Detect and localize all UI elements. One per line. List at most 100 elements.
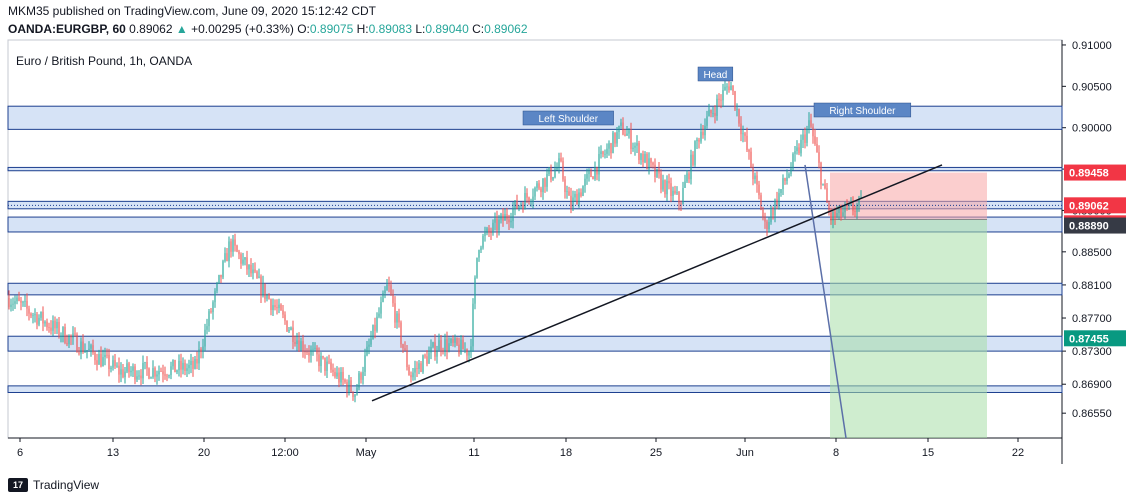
candle-body xyxy=(264,283,266,299)
price-chart[interactable]: 0.910000.905000.900000.895000.890000.885… xyxy=(0,0,1130,504)
candle-body xyxy=(14,301,16,304)
candle-body xyxy=(692,154,694,165)
candle-body xyxy=(486,228,488,233)
candle-body xyxy=(726,86,728,88)
candle-body xyxy=(26,300,28,309)
candle-body xyxy=(586,174,588,179)
candle-body xyxy=(92,345,94,353)
candle-body xyxy=(794,151,796,154)
head-label: Head xyxy=(703,70,727,81)
candle-body xyxy=(218,274,220,283)
candle-body xyxy=(752,167,754,180)
candle-body xyxy=(62,327,64,336)
candle-body xyxy=(22,301,24,303)
candle-body xyxy=(760,195,762,210)
candle-body xyxy=(840,206,842,216)
candle-body xyxy=(590,171,592,177)
candle-body xyxy=(592,176,594,180)
tradingview-brand[interactable]: TradingView xyxy=(33,478,99,492)
candle-body xyxy=(616,132,618,144)
candle-body xyxy=(326,361,328,371)
candle-body xyxy=(414,368,416,373)
candle-body xyxy=(660,173,662,190)
candle-body xyxy=(744,133,746,136)
candle-body xyxy=(352,391,354,397)
candle-body xyxy=(28,308,30,314)
candle-body xyxy=(770,209,772,223)
candle-body xyxy=(732,85,734,92)
candle-body xyxy=(240,254,242,264)
candle-body xyxy=(800,139,802,154)
candle-body xyxy=(214,290,216,303)
candle-body xyxy=(126,363,128,372)
candle-body xyxy=(566,191,568,193)
sr-zone[interactable] xyxy=(7,166,1063,172)
candle-body xyxy=(320,356,322,367)
candle-body xyxy=(298,340,300,351)
candle-body xyxy=(368,344,370,347)
candle-body xyxy=(294,341,296,345)
candle-body xyxy=(540,188,542,193)
candle-body xyxy=(638,143,640,160)
candle-body xyxy=(448,343,450,352)
candle-body xyxy=(734,91,736,110)
candle-body xyxy=(576,193,578,205)
candle-body xyxy=(506,214,508,220)
candle-body xyxy=(424,355,426,357)
candle-body xyxy=(148,368,150,379)
candle-body xyxy=(52,320,54,331)
candle-body xyxy=(114,360,116,367)
candle-body xyxy=(482,235,484,248)
x-tick-label: 22 xyxy=(1012,447,1024,459)
y-tick-label: 0.88100 xyxy=(1072,280,1112,292)
candle-body xyxy=(778,193,780,206)
candle-body xyxy=(534,187,536,197)
candle-body xyxy=(174,359,176,373)
candle-body xyxy=(674,190,676,194)
entry-price-badge: 0.88890 xyxy=(1069,221,1109,233)
candle-body xyxy=(68,335,70,345)
y-tick-label: 0.87300 xyxy=(1072,346,1112,358)
candle-body xyxy=(496,218,498,231)
candle-body xyxy=(394,303,396,323)
candle-body xyxy=(346,382,348,393)
candle-body xyxy=(310,349,312,356)
candle-body xyxy=(512,209,514,221)
candle-body xyxy=(134,366,136,380)
candle-body xyxy=(804,134,806,143)
candle-body xyxy=(74,333,76,335)
candle-body xyxy=(466,348,468,356)
candle-body xyxy=(702,131,704,136)
candle-body xyxy=(474,277,476,304)
candle-body xyxy=(224,253,226,262)
candle-body xyxy=(10,304,12,308)
candle-body xyxy=(654,164,656,177)
candle-body xyxy=(56,321,58,329)
candle-body xyxy=(568,191,570,196)
candle-body xyxy=(80,341,82,354)
candle-body xyxy=(344,379,346,383)
candle-body xyxy=(66,342,68,345)
candle-body xyxy=(798,147,800,154)
candle-body xyxy=(782,178,784,190)
candle-body xyxy=(110,367,112,370)
y-tick-label: 0.90000 xyxy=(1072,123,1112,135)
take-profit-zone[interactable] xyxy=(830,219,987,339)
candle-body xyxy=(750,151,752,168)
candle-body xyxy=(544,178,546,187)
chart-title: Euro / British Pound, 1h, OANDA xyxy=(16,54,192,68)
candle-body xyxy=(284,314,286,321)
candle-body xyxy=(154,368,156,377)
candle-body xyxy=(314,347,316,349)
candle-body xyxy=(342,371,344,380)
candle-body xyxy=(682,187,684,204)
y-tick-label: 0.90500 xyxy=(1072,81,1112,93)
candle-body xyxy=(204,329,206,347)
candle-body xyxy=(364,355,366,372)
candle-body xyxy=(392,294,394,304)
candle-body xyxy=(288,329,290,332)
candle-body xyxy=(128,363,130,373)
candle-body xyxy=(644,154,646,163)
candle-body xyxy=(712,113,714,114)
candle-body xyxy=(200,349,202,352)
